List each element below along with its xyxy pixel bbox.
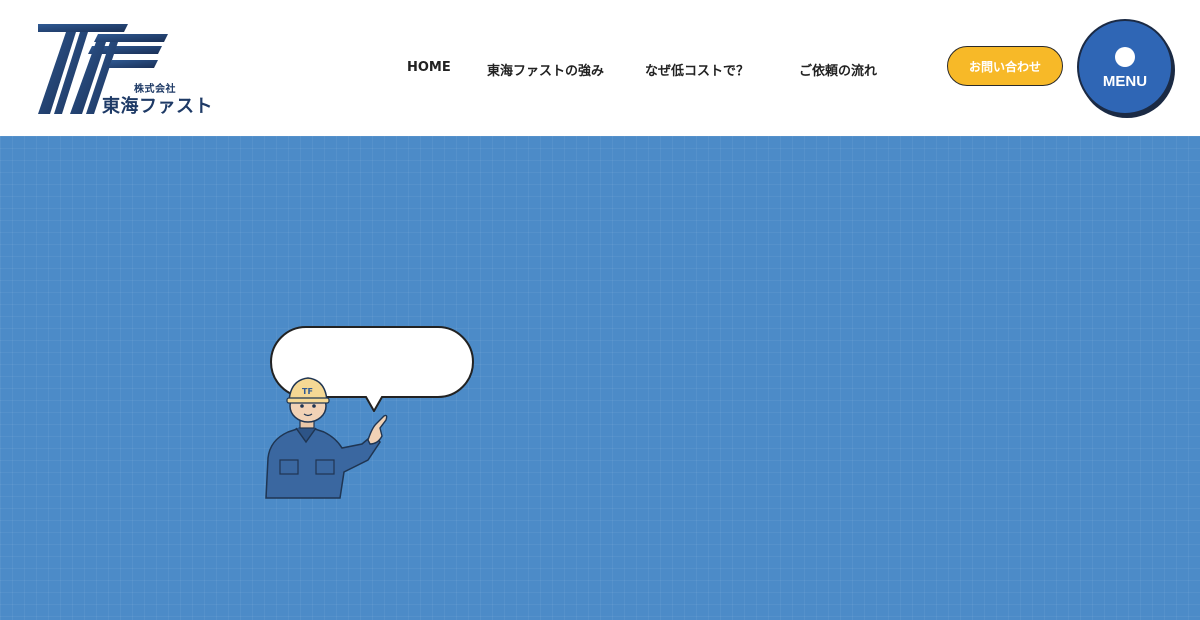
hero-section	[0, 136, 1200, 620]
menu-label: MENU	[1102, 73, 1148, 90]
nav-item-low-cost[interactable]: なぜ低コストで？	[645, 60, 749, 79]
contact-button[interactable]: お問い合わせ	[947, 46, 1063, 86]
nav-item-home[interactable]: HOME	[407, 60, 451, 75]
logo[interactable]: 株式会社 東海ファスト	[36, 20, 216, 117]
menu-button[interactable]: MENU	[1077, 19, 1173, 115]
worker-pointing-icon: TF	[265, 377, 388, 499]
company-name-label: 東海ファスト	[102, 96, 213, 117]
site-header: 株式会社 東海ファスト HOME 東海ファストの強み なぜ低コストで？ ご依頼の…	[0, 0, 1200, 136]
menu-dot-icon	[1115, 47, 1135, 67]
svg-text:TF: TF	[302, 387, 313, 396]
nav-item-strengths[interactable]: 東海ファストの強み	[487, 60, 604, 79]
nav-item-request-flow[interactable]: ご依頼の流れ	[799, 60, 877, 79]
